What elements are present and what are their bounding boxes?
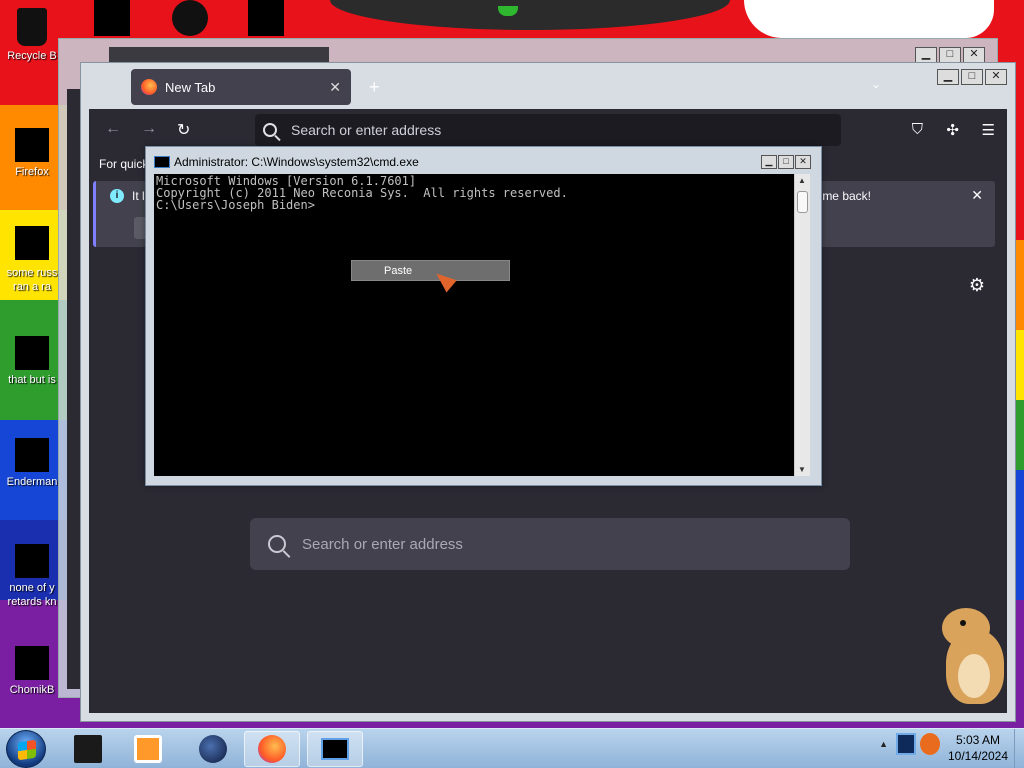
wallpaper-cloud bbox=[744, 0, 994, 38]
console-output[interactable]: Microsoft Windows [Version 6.1.7601] Copy… bbox=[154, 174, 794, 476]
clock-date: 10/14/2024 bbox=[947, 749, 1009, 763]
desktop-icon-firefox[interactable]: Firefox bbox=[0, 128, 64, 179]
minimize-button[interactable]: ▁ bbox=[915, 47, 937, 63]
page-search-placeholder: Search or enter address bbox=[302, 535, 463, 553]
taskbar-item-firefox[interactable] bbox=[244, 731, 300, 767]
navigation-toolbar: ← → ↻ Search or enter address ⛉ ✣ ☰ bbox=[89, 109, 1007, 151]
scrollbar[interactable]: ▲ ▼ bbox=[794, 174, 810, 476]
notice-text-left: It l bbox=[132, 189, 145, 203]
close-notice-icon[interactable]: ✕ bbox=[971, 187, 983, 204]
desktop-icon-none[interactable]: none of y retards kn bbox=[0, 544, 64, 609]
desktop-icon-top-2[interactable] bbox=[172, 0, 208, 36]
desktop-icon-recycle-bin[interactable]: Recycle B bbox=[0, 8, 64, 63]
cmd-window[interactable]: Administrator: C:\Windows\system32\cmd.e… bbox=[145, 146, 822, 486]
scroll-up-icon[interactable]: ▲ bbox=[798, 176, 806, 185]
firefox-icon bbox=[15, 128, 49, 162]
maximize-button[interactable]: □ bbox=[778, 155, 794, 169]
forward-icon[interactable]: → bbox=[141, 120, 157, 138]
search-icon bbox=[268, 535, 286, 553]
tray-expand-icon[interactable]: ▲ bbox=[879, 739, 888, 749]
desktop-icon-top-1[interactable] bbox=[94, 0, 130, 36]
new-tab-button[interactable]: + bbox=[369, 77, 380, 98]
hamster-icon bbox=[15, 646, 49, 680]
taskbar-item-1[interactable] bbox=[60, 731, 116, 767]
tray-app-icon[interactable] bbox=[920, 733, 940, 755]
shortcut-icon bbox=[15, 438, 49, 472]
list-tabs-icon[interactable]: ⌄ bbox=[871, 77, 881, 91]
cmd-title: Administrator: C:\Windows\system32\cmd.e… bbox=[174, 155, 419, 169]
notice-text-right: me back! bbox=[822, 189, 871, 203]
extensions-icon[interactable]: ✣ bbox=[946, 121, 959, 139]
taskbar-item-3[interactable] bbox=[185, 731, 241, 767]
desktop-icon-russ[interactable]: some russ ran a ra bbox=[0, 226, 64, 294]
scroll-down-icon[interactable]: ▼ bbox=[798, 465, 806, 474]
close-button[interactable]: ✕ bbox=[963, 47, 985, 63]
clock-time: 5:03 AM bbox=[955, 733, 1001, 747]
desktop-icon-enderman[interactable]: Enderman bbox=[0, 438, 64, 489]
hamster-pet[interactable] bbox=[938, 604, 1008, 704]
globe-icon bbox=[199, 735, 227, 763]
shortcut-icon bbox=[15, 544, 49, 578]
maximize-button[interactable]: □ bbox=[961, 69, 983, 85]
reload-icon[interactable]: ↻ bbox=[177, 120, 190, 140]
address-bar[interactable]: Search or enter address bbox=[255, 114, 841, 146]
console-prompt: C:\Users\Joseph Biden> bbox=[156, 198, 315, 212]
taskbar: ▲ 5:03 AM 10/14/2024 bbox=[0, 728, 1024, 768]
recycle-bin-icon bbox=[17, 8, 47, 46]
taskbar-item-2[interactable] bbox=[120, 731, 176, 767]
taskbar-item-cmd[interactable] bbox=[307, 731, 363, 767]
bookmarks-toolbar-text: For quick bbox=[99, 157, 149, 171]
minimize-button[interactable]: ▁ bbox=[761, 155, 777, 169]
clock[interactable]: 5:03 AM 10/14/2024 bbox=[944, 732, 1012, 764]
desktop-icon-that[interactable]: that but is bbox=[0, 336, 64, 387]
network-icon[interactable] bbox=[896, 733, 916, 755]
firefox-icon bbox=[141, 79, 157, 95]
scroll-thumb[interactable] bbox=[797, 191, 808, 213]
page-search-box[interactable]: Search or enter address bbox=[250, 518, 850, 570]
wallpaper-figure bbox=[330, 0, 730, 30]
cmd-title-bar: Administrator: C:\Windows\system32\cmd.e… bbox=[154, 155, 419, 169]
back-icon[interactable]: ← bbox=[105, 120, 121, 138]
tab-title: New Tab bbox=[165, 79, 216, 95]
menu-icon[interactable]: ☰ bbox=[982, 121, 995, 139]
pocket-icon[interactable]: ⛉ bbox=[912, 121, 923, 138]
close-tab-icon[interactable]: ✕ bbox=[329, 79, 341, 96]
address-placeholder: Search or enter address bbox=[291, 122, 442, 138]
search-icon bbox=[263, 123, 277, 137]
system-tray: ▲ bbox=[879, 733, 940, 755]
black-box-icon bbox=[74, 735, 102, 763]
context-menu-paste[interactable]: Paste bbox=[351, 260, 510, 281]
folder-icon bbox=[15, 336, 49, 370]
windows-logo-icon bbox=[18, 739, 36, 761]
close-button[interactable]: ✕ bbox=[985, 69, 1007, 85]
desktop-icon-top-3[interactable] bbox=[248, 0, 284, 36]
background-window-body bbox=[67, 89, 81, 689]
cmd-icon bbox=[321, 738, 349, 760]
minimize-button[interactable]: ▁ bbox=[937, 69, 959, 85]
maximize-button[interactable]: □ bbox=[939, 47, 961, 63]
gear-icon[interactable]: ⚙ bbox=[969, 275, 985, 296]
media-player-icon bbox=[134, 735, 162, 763]
close-button[interactable]: ✕ bbox=[795, 155, 811, 169]
start-button[interactable] bbox=[6, 730, 46, 768]
tab-new-tab[interactable]: New Tab ✕ bbox=[131, 69, 351, 105]
cmd-icon bbox=[154, 156, 170, 168]
info-icon: i bbox=[110, 189, 124, 203]
shortcut-icon bbox=[15, 226, 49, 260]
desktop-icon-chomik[interactable]: ChomikB bbox=[0, 646, 64, 697]
firefox-icon bbox=[258, 735, 286, 763]
show-desktop-button[interactable] bbox=[1014, 729, 1024, 768]
